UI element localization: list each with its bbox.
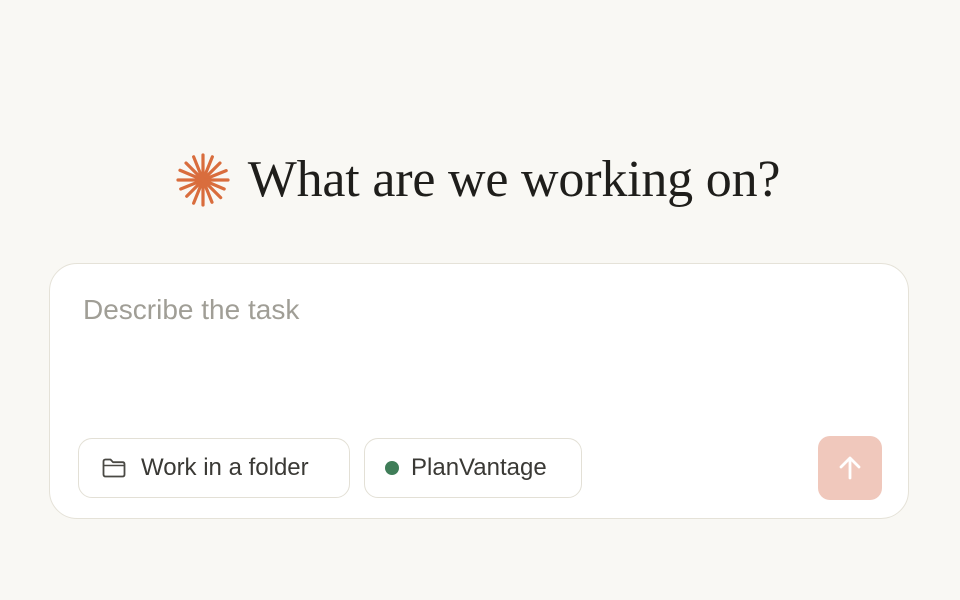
start-screen: What are we working on? Work in a folder…	[0, 0, 960, 600]
task-composer: Work in a folder PlanVantage	[49, 263, 909, 519]
project-selector-button[interactable]: PlanVantage	[364, 438, 582, 498]
project-label: PlanVantage	[411, 454, 547, 481]
asterisk-logo-icon	[176, 153, 230, 207]
project-status-dot	[385, 461, 399, 475]
page-title: What are we working on?	[247, 151, 781, 208]
task-input[interactable]	[83, 294, 873, 404]
work-in-folder-label: Work in a folder	[141, 454, 309, 481]
send-button[interactable]	[818, 436, 882, 500]
work-in-folder-button[interactable]: Work in a folder	[78, 438, 350, 498]
folder-icon	[101, 457, 127, 479]
heading: What are we working on?	[0, 150, 960, 210]
arrow-up-icon	[836, 454, 864, 482]
